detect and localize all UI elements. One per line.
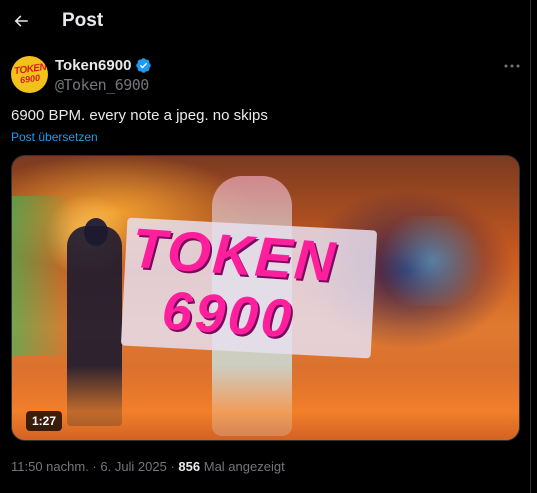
video-floor: [12, 366, 519, 440]
avatar-logo-number: 6900: [19, 72, 41, 86]
video-light-glow: [372, 216, 492, 306]
arrow-left-icon: [14, 15, 28, 27]
video-duration-badge: 1:27: [26, 411, 63, 431]
views-label: Mal angezeigt: [203, 459, 285, 474]
tweet-meta: 11:50 nachm. · 6. Juli 2025 · 856 Mal an…: [11, 459, 285, 474]
page-title: Post: [62, 10, 104, 31]
video-player[interactable]: TOKEN 6900 1:27: [11, 155, 520, 441]
more-button[interactable]: [502, 58, 522, 74]
tweet-text: 6900 BPM. every note a jpeg. no skips: [11, 107, 268, 124]
more-horizontal-icon: [504, 64, 520, 68]
display-name[interactable]: Token6900: [55, 57, 131, 74]
timestamp[interactable]: 11:50 nachm. · 6. Juli 2025 ·: [11, 459, 175, 474]
video-sign-text-line2: 6900: [160, 280, 297, 350]
views-count: 856: [178, 459, 201, 474]
avatar[interactable]: TOKEN 6900: [11, 56, 48, 93]
video-background-green: [12, 196, 72, 356]
author-name-row: Token6900: [55, 57, 152, 74]
verified-badge-icon[interactable]: [135, 57, 152, 74]
post-header: Post: [0, 0, 537, 44]
back-button[interactable]: [8, 6, 34, 36]
translate-link[interactable]: Post übersetzen: [11, 130, 98, 144]
handle[interactable]: @Token_6900: [55, 76, 149, 94]
column-divider: [530, 0, 531, 493]
